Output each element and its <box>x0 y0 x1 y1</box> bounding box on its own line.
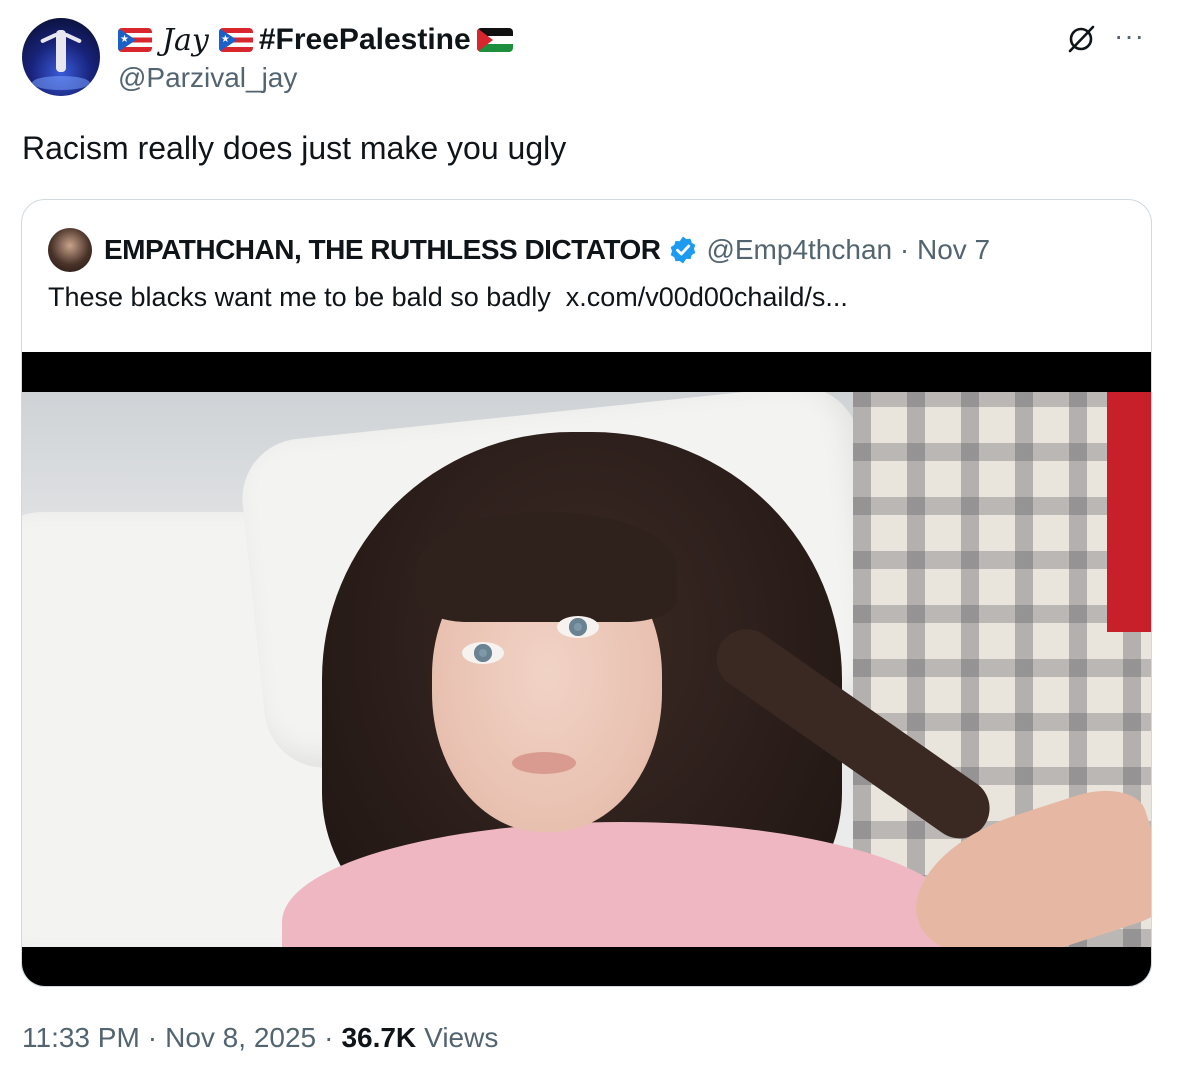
eye-left <box>462 642 504 664</box>
quoted-tweet-card[interactable]: EMPATHCHAN, THE RUTHLESS DICTATOR @Emp4t… <box>21 199 1152 987</box>
quoted-author-row: EMPATHCHAN, THE RUTHLESS DICTATOR @Emp4t… <box>104 228 990 272</box>
meta-separator: · <box>324 1022 334 1053</box>
meta-separator: · <box>147 1022 158 1053</box>
quoted-author-handle-date[interactable]: @Emp4thchan · Nov 7 <box>706 234 990 266</box>
tweet-text: Racism really does just make you ugly <box>22 130 567 166</box>
eye-right <box>557 616 599 638</box>
verified-badge-icon <box>671 236 696 264</box>
tweet-meta: 11:33 PM · Nov 8, 2025 · 36.7K Views <box>22 1022 498 1054</box>
views-label: Views <box>424 1022 499 1053</box>
more-icon[interactable]: ··· <box>1114 22 1145 50</box>
author-display-name[interactable]: ★ Jay ★ #FreePalestine <box>118 22 513 58</box>
quoted-media-video[interactable] <box>22 352 1151 986</box>
avatar-arm-right <box>63 32 83 44</box>
avatar-stage-light <box>32 76 90 90</box>
display-name-script: Jay <box>162 22 209 58</box>
views-count[interactable]: 36.7K <box>341 1022 416 1054</box>
puerto-rico-flag-icon: ★ <box>218 28 253 52</box>
quoted-author-avatar[interactable] <box>48 228 92 272</box>
quoted-tweet-text: These blacks want me to be bald so badly… <box>48 282 848 312</box>
palestine-flag-icon <box>476 28 513 52</box>
display-name-hashtag: #FreePalestine <box>258 23 471 56</box>
tweet-date[interactable]: Nov 8, 2025 <box>165 1022 316 1054</box>
puerto-rico-flag-icon: ★ <box>118 28 152 52</box>
tweet-time[interactable]: 11:33 PM <box>22 1022 140 1054</box>
author-handle[interactable]: @Parzival_jay <box>118 62 297 94</box>
video-frame <box>22 392 1151 947</box>
quoted-author-name[interactable]: EMPATHCHAN, THE RUTHLESS DICTATOR <box>104 234 661 266</box>
grok-icon[interactable] <box>1066 24 1096 54</box>
author-avatar[interactable] <box>22 18 100 96</box>
bangs <box>417 512 677 622</box>
lips <box>512 752 576 774</box>
blanket-red-stripe <box>1107 392 1151 632</box>
